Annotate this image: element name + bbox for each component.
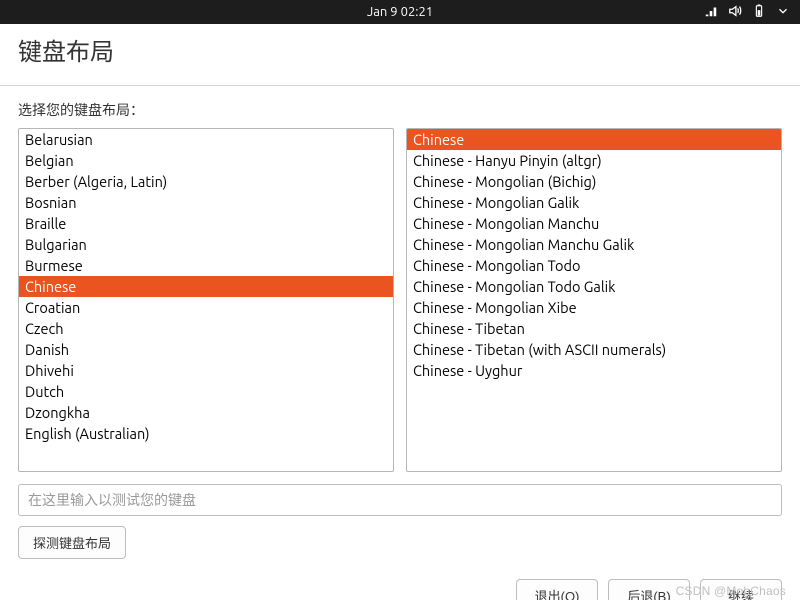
layout-item[interactable]: Belgian <box>19 150 393 171</box>
prompt-label: 选择您的键盘布局： <box>18 100 782 120</box>
quit-button[interactable]: 退出(Q) <box>516 579 598 600</box>
layout-item[interactable]: Berber (Algeria, Latin) <box>19 171 393 192</box>
keyboard-test-input[interactable] <box>18 484 782 516</box>
variant-item[interactable]: Chinese - Uyghur <box>407 360 781 381</box>
continue-button[interactable]: 继续 <box>700 579 782 600</box>
variant-item[interactable]: Chinese <box>407 129 781 150</box>
variant-item[interactable]: Chinese - Mongolian Galik <box>407 192 781 213</box>
layout-item[interactable]: Bulgarian <box>19 234 393 255</box>
variant-listbox[interactable]: ChineseChinese - Hanyu Pinyin (altgr)Chi… <box>406 128 782 472</box>
network-icon <box>704 4 718 21</box>
layout-item[interactable]: Belarusian <box>19 129 393 150</box>
page-header: 键盘布局 <box>0 24 800 86</box>
variant-item[interactable]: Chinese - Mongolian Manchu <box>407 213 781 234</box>
layout-item[interactable]: English (Australian) <box>19 423 393 444</box>
layout-item[interactable]: Burmese <box>19 255 393 276</box>
detect-layout-button[interactable]: 探测键盘布局 <box>18 526 126 559</box>
layout-listbox[interactable]: BelarusianBelgianBerber (Algeria, Latin)… <box>18 128 394 472</box>
layout-item[interactable]: Dzongkha <box>19 402 393 423</box>
layout-item[interactable]: Croatian <box>19 297 393 318</box>
system-topbar: Jan 9 02:21 <box>0 0 800 24</box>
variant-item[interactable]: Chinese - Tibetan (with ASCII numerals) <box>407 339 781 360</box>
volume-icon <box>728 4 742 21</box>
variant-item[interactable]: Chinese - Mongolian (Bichig) <box>407 171 781 192</box>
variant-item[interactable]: Chinese - Mongolian Xibe <box>407 297 781 318</box>
layout-item[interactable]: Dutch <box>19 381 393 402</box>
layout-item[interactable]: Chinese <box>19 276 393 297</box>
layout-item[interactable]: Czech <box>19 318 393 339</box>
back-button[interactable]: 后退(B) <box>608 579 690 600</box>
main-content: 选择您的键盘布局： BelarusianBelgianBerber (Alger… <box>0 86 800 569</box>
layout-item[interactable]: Danish <box>19 339 393 360</box>
layout-item[interactable]: Braille <box>19 213 393 234</box>
status-icons[interactable] <box>704 4 790 21</box>
lists-row: BelarusianBelgianBerber (Algeria, Latin)… <box>18 128 782 472</box>
footer-buttons: 退出(Q) 后退(B) 继续 <box>0 569 800 600</box>
battery-icon <box>752 4 766 21</box>
layout-item[interactable]: Dhivehi <box>19 360 393 381</box>
clock: Jan 9 02:21 <box>367 5 433 19</box>
variant-item[interactable]: Chinese - Hanyu Pinyin (altgr) <box>407 150 781 171</box>
variant-item[interactable]: Chinese - Tibetan <box>407 318 781 339</box>
variant-item[interactable]: Chinese - Mongolian Manchu Galik <box>407 234 781 255</box>
variant-item[interactable]: Chinese - Mongolian Todo Galik <box>407 276 781 297</box>
variant-item[interactable]: Chinese - Mongolian Todo <box>407 255 781 276</box>
layout-item[interactable]: Bosnian <box>19 192 393 213</box>
chevron-down-icon <box>776 4 790 21</box>
page-title: 键盘布局 <box>18 32 782 67</box>
